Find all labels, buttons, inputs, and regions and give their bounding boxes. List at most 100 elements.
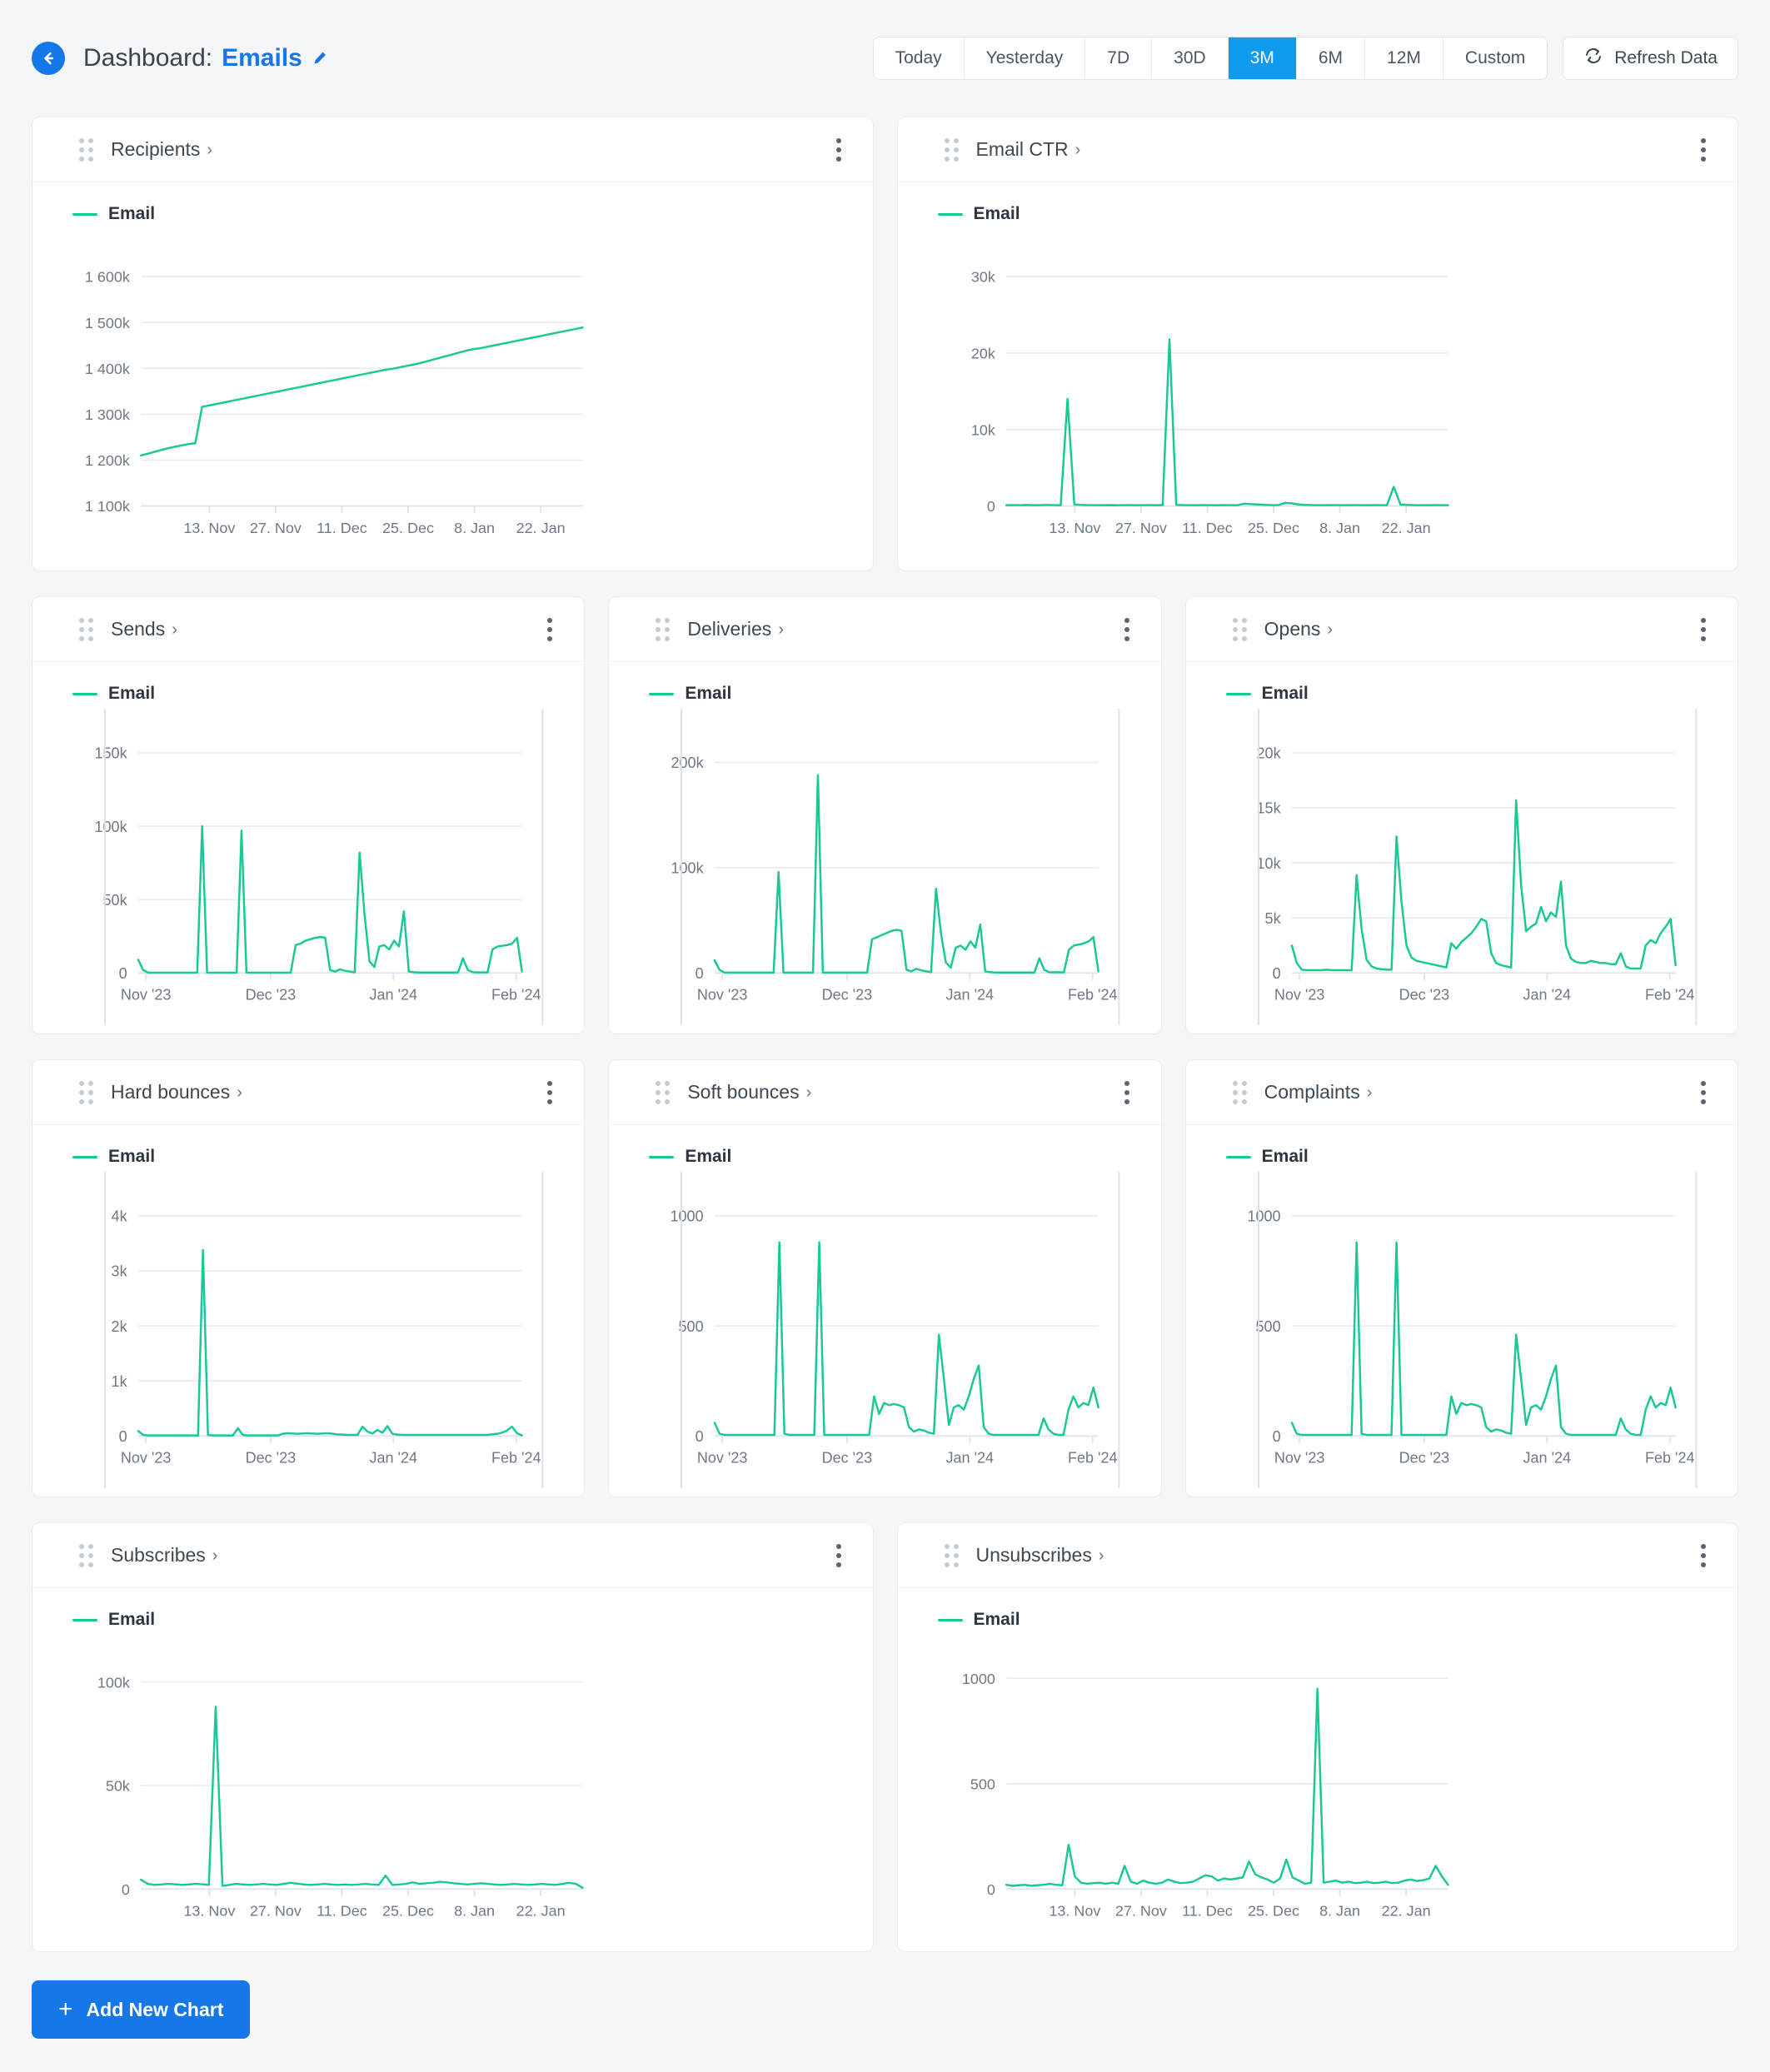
chart-legend: Email xyxy=(72,204,851,224)
svg-text:Dec '23: Dec '23 xyxy=(1399,1450,1449,1467)
kebab-menu-icon[interactable] xyxy=(541,610,559,650)
chart-title-soft_bounces[interactable]: Soft bounces› xyxy=(687,1081,811,1103)
svg-text:8. Jan: 8. Jan xyxy=(454,1902,495,1919)
chart-title-text: Hard bounces xyxy=(111,1081,230,1103)
kebab-menu-icon[interactable] xyxy=(1694,130,1713,170)
chart-plot-unsubscribes[interactable]: 1000500013. Nov27. Nov11. Dec25. Dec8. J… xyxy=(920,1635,1717,1943)
kebab-menu-icon[interactable] xyxy=(1694,610,1713,650)
chart-plot-complaints[interactable]: 10005000Nov '23Dec '23Jan '24Feb '24 xyxy=(1208,1172,1716,1488)
dashboard-name[interactable]: Emails xyxy=(222,44,302,72)
chart-plot-deliveries[interactable]: 200k100k0Nov '23Dec '23Jan '24Feb '24 xyxy=(631,709,1139,1025)
chart-title-subscribes[interactable]: Subscribes› xyxy=(111,1544,217,1566)
kebab-menu-icon[interactable] xyxy=(830,1536,848,1576)
range-button-custom[interactable]: Custom xyxy=(1443,37,1547,79)
chart-title-unsubscribes[interactable]: Unsubscribes› xyxy=(976,1544,1104,1566)
svg-text:3k: 3k xyxy=(112,1263,128,1280)
chart-card-header: Email CTR› xyxy=(898,117,1738,182)
svg-text:11. Dec: 11. Dec xyxy=(1182,520,1233,536)
range-button-yesterday[interactable]: Yesterday xyxy=(965,37,1086,79)
svg-text:0: 0 xyxy=(119,1428,127,1445)
chart-plot-sends[interactable]: 150k100k50k0Nov '23Dec '23Jan '24Feb '24 xyxy=(54,709,562,1025)
svg-text:1 100k: 1 100k xyxy=(85,498,131,515)
chart-plot-recipients[interactable]: 1 600k1 500k1 400k1 300k1 200k1 100k13. … xyxy=(54,229,851,562)
kebab-menu-icon[interactable] xyxy=(1694,1073,1713,1113)
chart-card-body: Email100k50k013. Nov27. Nov11. Dec25. De… xyxy=(32,1588,873,1951)
kebab-menu-icon[interactable] xyxy=(1118,610,1136,650)
legend-swatch-email xyxy=(1226,1156,1251,1158)
kebab-menu-icon[interactable] xyxy=(541,1073,559,1113)
chart-legend: Email xyxy=(1226,1147,1716,1167)
pencil-edit-icon[interactable] xyxy=(312,50,328,67)
svg-text:10k: 10k xyxy=(1256,855,1281,872)
range-button-7d[interactable]: 7D xyxy=(1085,37,1152,79)
range-button-6m[interactable]: 6M xyxy=(1297,37,1365,79)
drag-handle-icon[interactable] xyxy=(945,138,959,162)
add-new-chart-label: Add New Chart xyxy=(87,1999,224,2021)
svg-text:22. Jan: 22. Jan xyxy=(516,1902,566,1919)
svg-text:100k: 100k xyxy=(95,819,128,835)
chart-plot-opens[interactable]: 20k15k10k5k0Nov '23Dec '23Jan '24Feb '24 xyxy=(1208,709,1716,1025)
back-button[interactable] xyxy=(32,42,65,75)
svg-text:0: 0 xyxy=(1272,965,1280,982)
legend-label-email: Email xyxy=(685,684,731,704)
chart-card-deliveries: Deliveries› Email 200k100k0Nov '23Dec '23J… xyxy=(608,596,1161,1034)
drag-handle-icon[interactable] xyxy=(79,138,93,162)
drag-handle-icon[interactable] xyxy=(79,1081,93,1104)
svg-text:25. Dec: 25. Dec xyxy=(1248,1902,1299,1919)
chart-title-complaints[interactable]: Complaints› xyxy=(1264,1081,1373,1103)
drag-handle-icon[interactable] xyxy=(656,618,670,641)
chart-card-body: Email 1 600k1 500k1 400k1 300k1 200k1 100… xyxy=(32,182,873,570)
svg-text:100k: 100k xyxy=(97,1674,131,1691)
chevron-right-icon: › xyxy=(212,1547,218,1564)
chart-plot-subscribes[interactable]: 100k50k013. Nov27. Nov11. Dec25. Dec8. J… xyxy=(54,1635,851,1943)
add-new-chart-button[interactable]: + Add New Chart xyxy=(32,1980,250,2039)
date-range-selector[interactable]: TodayYesterday7D30D3M6M12MCustom xyxy=(873,37,1548,80)
dashboard-row: Subscribes›Email100k50k013. Nov27. Nov11… xyxy=(32,1522,1738,1952)
svg-text:1000: 1000 xyxy=(671,1208,704,1225)
kebab-menu-icon[interactable] xyxy=(1694,1536,1713,1576)
chart-title-email_ctr[interactable]: Email CTR› xyxy=(976,138,1081,161)
drag-handle-icon[interactable] xyxy=(945,1544,959,1567)
svg-text:1k: 1k xyxy=(112,1373,128,1390)
legend-swatch-email xyxy=(72,693,97,695)
legend-label-email: Email xyxy=(974,204,1020,224)
chart-card-header: Hard bounces› xyxy=(32,1060,584,1125)
drag-handle-icon[interactable] xyxy=(1233,618,1247,641)
range-button-today[interactable]: Today xyxy=(874,37,965,79)
legend-label-email: Email xyxy=(974,1610,1020,1630)
svg-text:50k: 50k xyxy=(106,1778,131,1795)
chart-plot-soft_bounces[interactable]: 10005000Nov '23Dec '23Jan '24Feb '24 xyxy=(631,1172,1139,1488)
range-button-30d[interactable]: 30D xyxy=(1152,37,1229,79)
svg-text:150k: 150k xyxy=(95,745,128,762)
chart-title-opens[interactable]: Opens› xyxy=(1264,618,1333,640)
refresh-data-button[interactable]: Refresh Data xyxy=(1563,37,1738,80)
range-button-12m[interactable]: 12M xyxy=(1365,37,1443,79)
svg-text:Feb '24: Feb '24 xyxy=(1068,987,1118,1004)
svg-text:13. Nov: 13. Nov xyxy=(1049,1902,1100,1919)
drag-handle-icon[interactable] xyxy=(656,1081,670,1104)
range-button-3m[interactable]: 3M xyxy=(1229,37,1297,79)
chart-card-header: Unsubscribes› xyxy=(898,1523,1738,1588)
kebab-menu-icon[interactable] xyxy=(830,130,848,170)
svg-text:Jan '24: Jan '24 xyxy=(370,987,418,1004)
kebab-menu-icon[interactable] xyxy=(1118,1073,1136,1113)
chart-plot-hard_bounces[interactable]: 4k3k2k1k0Nov '23Dec '23Jan '24Feb '24 xyxy=(54,1172,562,1488)
svg-text:Nov '23: Nov '23 xyxy=(1274,987,1324,1004)
svg-text:Feb '24: Feb '24 xyxy=(491,1450,541,1467)
chart-plot-email_ctr[interactable]: 30k20k10k013. Nov27. Nov11. Dec25. Dec8.… xyxy=(920,229,1717,562)
svg-text:Feb '24: Feb '24 xyxy=(491,987,541,1004)
svg-text:Jan '24: Jan '24 xyxy=(370,1450,418,1467)
chart-title-deliveries[interactable]: Deliveries› xyxy=(687,618,784,640)
chart-title-sends[interactable]: Sends› xyxy=(111,618,177,640)
drag-handle-icon[interactable] xyxy=(79,1544,93,1567)
chart-card-email_ctr: Email CTR› Email 30k20k10k013. Nov27. Nov1… xyxy=(897,117,1739,571)
drag-handle-icon[interactable] xyxy=(1233,1081,1247,1104)
drag-handle-icon[interactable] xyxy=(79,618,93,641)
chart-title-text: Opens xyxy=(1264,618,1321,640)
chart-title-hard_bounces[interactable]: Hard bounces› xyxy=(111,1081,242,1103)
svg-text:Feb '24: Feb '24 xyxy=(1068,1450,1118,1467)
chart-title-recipients[interactable]: Recipients› xyxy=(111,138,212,161)
legend-swatch-email xyxy=(1226,693,1251,695)
svg-text:500: 500 xyxy=(1255,1318,1280,1335)
svg-text:Dec '23: Dec '23 xyxy=(1399,987,1449,1004)
